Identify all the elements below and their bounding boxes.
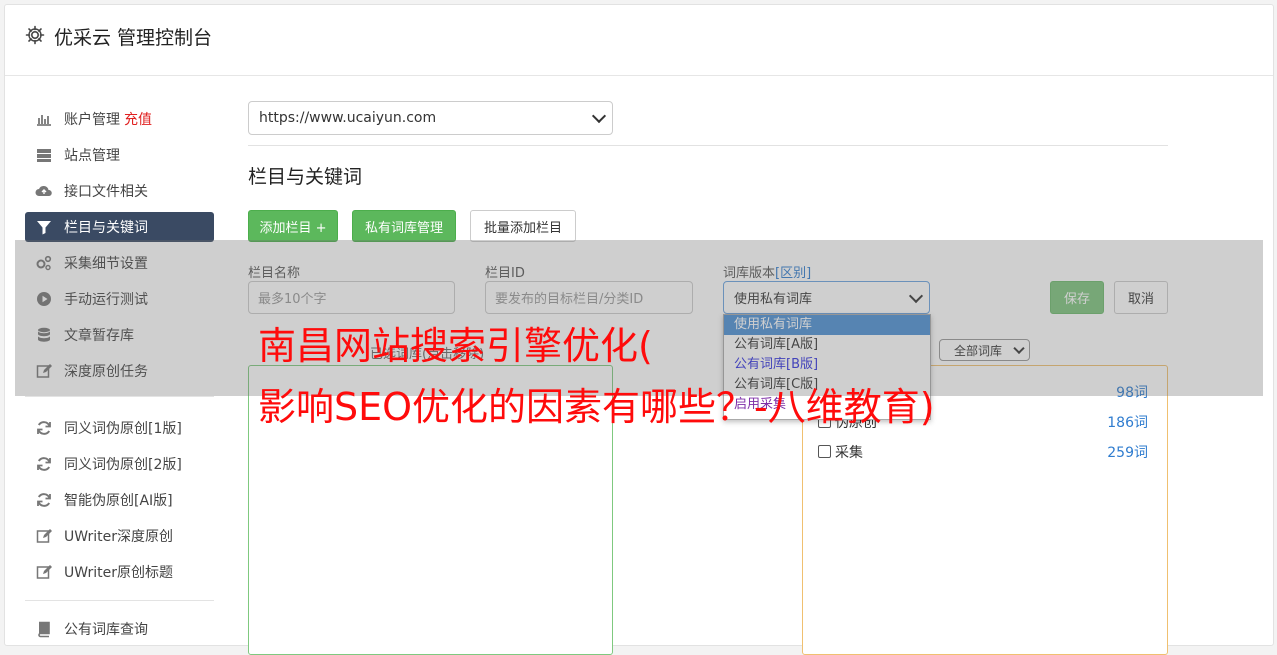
site-select-value: https://www.ucaiyun.com — [259, 110, 437, 126]
sidebar-item-synonym-v2[interactable]: 同义词伪原创[2版] — [25, 449, 214, 479]
checkbox[interactable] — [818, 445, 831, 458]
overlay-headline-line2: 影响SEO优化的因素有哪些？-八维教育) — [258, 385, 935, 429]
sidebar-item-interface-files[interactable]: 接口文件相关 — [25, 176, 214, 206]
sidebar-item-public-lib-query[interactable]: 公有词库查询 — [25, 614, 214, 644]
sidebar-item-synonym-v1[interactable]: 同义词伪原创[1版] — [25, 413, 214, 443]
sidebar-item-label: UWriter原创标题 — [64, 565, 173, 581]
sidebar-item-label: 账户管理 — [64, 112, 120, 128]
sidebar-item-sites[interactable]: 站点管理 — [25, 140, 214, 170]
divider — [248, 145, 1168, 146]
edit-icon — [36, 565, 52, 579]
sidebar-item-uwriter-title[interactable]: UWriter原创标题 — [25, 557, 214, 587]
sidebar-divider — [25, 600, 214, 601]
batch-add-button[interactable]: 批量添加栏目 — [470, 210, 576, 242]
refresh-icon — [37, 457, 51, 471]
refresh-icon — [37, 493, 51, 507]
sidebar-divider — [25, 396, 214, 397]
sidebar-item-label: 智能伪原创[AI版] — [64, 493, 173, 509]
server-icon — [37, 149, 51, 162]
recharge-link[interactable]: 充值 — [124, 109, 152, 129]
lib-row[interactable]: 采集 259词 — [818, 442, 1148, 462]
site-select[interactable]: https://www.ucaiyun.com — [248, 101, 613, 135]
gray-overlay-band — [15, 240, 1263, 396]
sidebar-item-ai-rewrite[interactable]: 智能伪原创[AI版] — [25, 485, 214, 515]
lib-row-count: 186词 — [1107, 415, 1148, 431]
sidebar-item-uwriter-original[interactable]: UWriter深度原创 — [25, 521, 214, 551]
sidebar-item-label: UWriter深度原创 — [64, 529, 173, 545]
refresh-icon — [37, 421, 51, 435]
sidebar-item-label: 站点管理 — [64, 148, 120, 164]
add-column-button[interactable]: 添加栏目 + — [248, 210, 338, 242]
cloud-upload-icon — [35, 185, 52, 196]
sidebar-item-account[interactable]: 账户管理 充值 — [25, 104, 214, 134]
sidebar-item-label: 同义词伪原创[1版] — [64, 421, 182, 437]
sidebar-item-columns-keywords[interactable]: 栏目与关键词 — [25, 212, 214, 242]
bar-chart-icon — [37, 115, 51, 126]
lib-row-name: 采集 — [835, 445, 863, 461]
book-icon — [38, 621, 50, 638]
edit-icon — [36, 529, 52, 543]
app-title: 优采云 管理控制台 — [54, 27, 213, 49]
private-lib-button[interactable]: 私有词库管理 — [352, 210, 456, 242]
chevron-down-icon — [591, 108, 607, 124]
gear-icon — [25, 25, 45, 45]
lib-row-count: 259词 — [1107, 445, 1148, 461]
sidebar-item-label: 接口文件相关 — [64, 184, 148, 200]
sidebar-item-label: 公有词库查询 — [64, 622, 148, 638]
top-bar: 优采云 管理控制台 — [5, 5, 1273, 76]
filter-icon — [37, 221, 51, 235]
section-title: 栏目与关键词 — [248, 166, 363, 188]
sidebar-item-label: 栏目与关键词 — [64, 220, 148, 236]
overlay-headline-line1: 南昌网站搜索引擎优化( — [258, 324, 653, 368]
sidebar-item-label: 同义词伪原创[2版] — [64, 457, 182, 473]
